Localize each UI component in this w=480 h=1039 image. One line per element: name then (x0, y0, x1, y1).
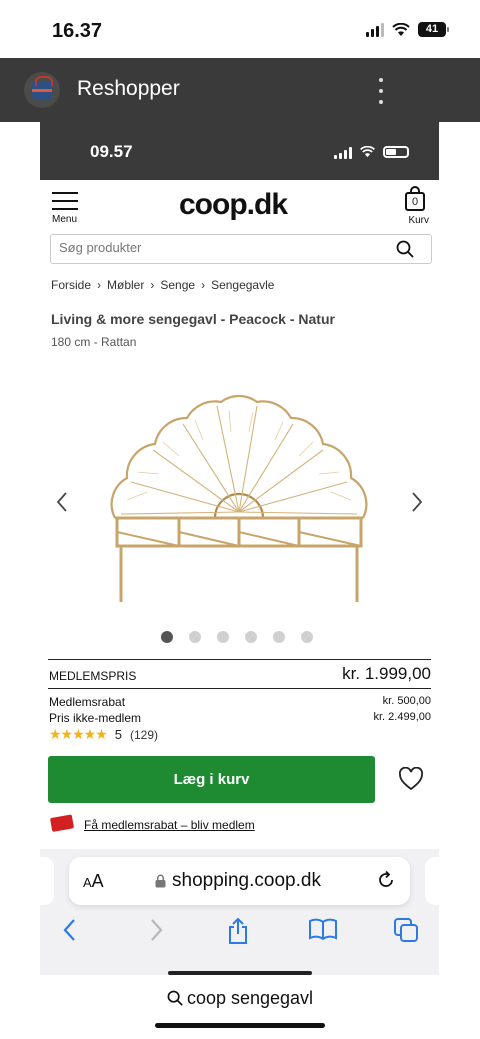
breadcrumb-link-mobler[interactable]: Møbler (107, 278, 144, 292)
outer-status-icons: 41 (366, 22, 449, 37)
nonmember-value: kr. 2.499,00 (373, 711, 432, 723)
home-indicator[interactable] (155, 1023, 325, 1028)
discount-label: Medlemsrabat (49, 695, 126, 709)
browser-nav (40, 917, 439, 947)
member-price-label: MEDLEMSPRIS (49, 669, 137, 683)
search-query-caption: coop sengegavl (0, 988, 480, 1012)
divider (48, 659, 431, 660)
review-count[interactable]: (129) (130, 728, 158, 742)
shared-screenshot: 09.57 Menu coop.dk 0 Kurv Søg produkter … (40, 122, 439, 975)
browser-toolbar: AA shopping.coop.dk (40, 849, 439, 975)
breadcrumb-link-senge[interactable]: Senge (160, 278, 195, 292)
outer-clock: 16.37 (52, 20, 103, 42)
url-text: shopping.coop.dk (172, 870, 321, 891)
membership-card-icon (50, 814, 74, 832)
inner-status-bar: 09.57 (40, 122, 439, 180)
search-icon (167, 990, 183, 1006)
previous-tab-peek[interactable] (40, 857, 54, 905)
product-gallery (40, 362, 439, 612)
outer-status-bar: 16.37 41 (0, 0, 480, 58)
back-icon[interactable] (62, 917, 78, 943)
page-settings-button[interactable]: AA (83, 871, 104, 892)
screen: 16.37 41 Reshopper 09.57 Menu coop.dk 0 … (0, 0, 480, 1039)
address-bar[interactable]: AA shopping.coop.dk (69, 857, 410, 905)
breadcrumb-link-sengegavle[interactable]: Sengegavle (211, 278, 274, 292)
inner-clock: 09.57 (90, 142, 133, 161)
menu-label[interactable]: Menu (52, 214, 77, 225)
next-tab-peek[interactable] (425, 857, 439, 905)
wifi-icon (392, 22, 410, 36)
membership-link[interactable]: Få medlemsrabat – bliv medlem (84, 818, 255, 832)
rating-stars-icon: ★★★★★ (49, 726, 108, 742)
forward-icon[interactable] (148, 917, 164, 943)
home-indicator-inner (168, 971, 312, 975)
breadcrumb-separator: › (150, 278, 155, 292)
app-logo-icon (24, 72, 60, 108)
product-rating[interactable]: ★★★★★ 5 (129) (49, 726, 158, 743)
gallery-dot[interactable] (245, 631, 257, 643)
menu-icon[interactable] (52, 192, 78, 216)
breadcrumb-separator: › (201, 278, 206, 292)
rating-score: 5 (114, 727, 122, 742)
breadcrumb-link-forside[interactable]: Forside (51, 278, 91, 292)
previous-image-icon[interactable] (54, 490, 70, 514)
cellular-signal-icon (334, 145, 352, 159)
tabs-icon[interactable] (393, 917, 419, 943)
wifi-icon (360, 146, 375, 158)
cart-icon[interactable]: 0 (403, 186, 427, 212)
discount-value: kr. 500,00 (382, 695, 431, 707)
bookmarks-icon[interactable] (308, 917, 338, 941)
app-title: Reshopper (77, 77, 180, 100)
cellular-signal-icon (366, 22, 384, 37)
gallery-pagination (161, 631, 313, 643)
search-input[interactable] (59, 240, 379, 255)
gallery-dot[interactable] (161, 631, 173, 643)
app-header: Reshopper (0, 58, 480, 122)
add-to-cart-button[interactable]: Læg i kurv (48, 756, 375, 803)
reload-icon[interactable] (376, 870, 396, 890)
cart-count: 0 (405, 192, 425, 211)
url-display[interactable]: shopping.coop.dk (155, 870, 321, 892)
gallery-dot[interactable] (189, 631, 201, 643)
share-icon[interactable] (226, 917, 250, 945)
gallery-dot[interactable] (217, 631, 229, 643)
gallery-dot[interactable] (273, 631, 285, 643)
site-logo[interactable]: coop.dk (179, 188, 288, 222)
breadcrumb: Forside › Møbler › Senge › Sengegavle (51, 278, 274, 292)
product-subtitle: 180 cm - Rattan (51, 335, 137, 349)
inner-status-icons (334, 145, 409, 159)
nonmember-label: Pris ikke-medlem (49, 711, 142, 725)
lock-icon (155, 874, 166, 888)
divider (48, 688, 431, 689)
product-image (110, 394, 368, 602)
more-icon[interactable] (376, 78, 386, 104)
heart-icon[interactable] (398, 767, 424, 791)
nonmember-row: Pris ikke-medlem kr. 2.499,00 (49, 711, 431, 725)
next-image-icon[interactable] (409, 490, 425, 514)
product-title: Living & more sengegavl - Peacock - Natu… (51, 311, 335, 327)
search-query-text: coop sengegavl (186, 988, 314, 1008)
site-header: Menu coop.dk 0 Kurv (40, 180, 439, 230)
member-price: kr. 1.999,00 (342, 664, 431, 683)
search-icon[interactable] (396, 240, 414, 258)
discount-row: Medlemsrabat kr. 500,00 (49, 695, 431, 709)
search-box (50, 234, 432, 264)
breadcrumb-separator: › (97, 278, 102, 292)
cart-label[interactable]: Kurv (408, 215, 429, 226)
battery-icon: 41 (418, 22, 449, 37)
gallery-dot[interactable] (301, 631, 313, 643)
battery-icon (383, 146, 409, 158)
